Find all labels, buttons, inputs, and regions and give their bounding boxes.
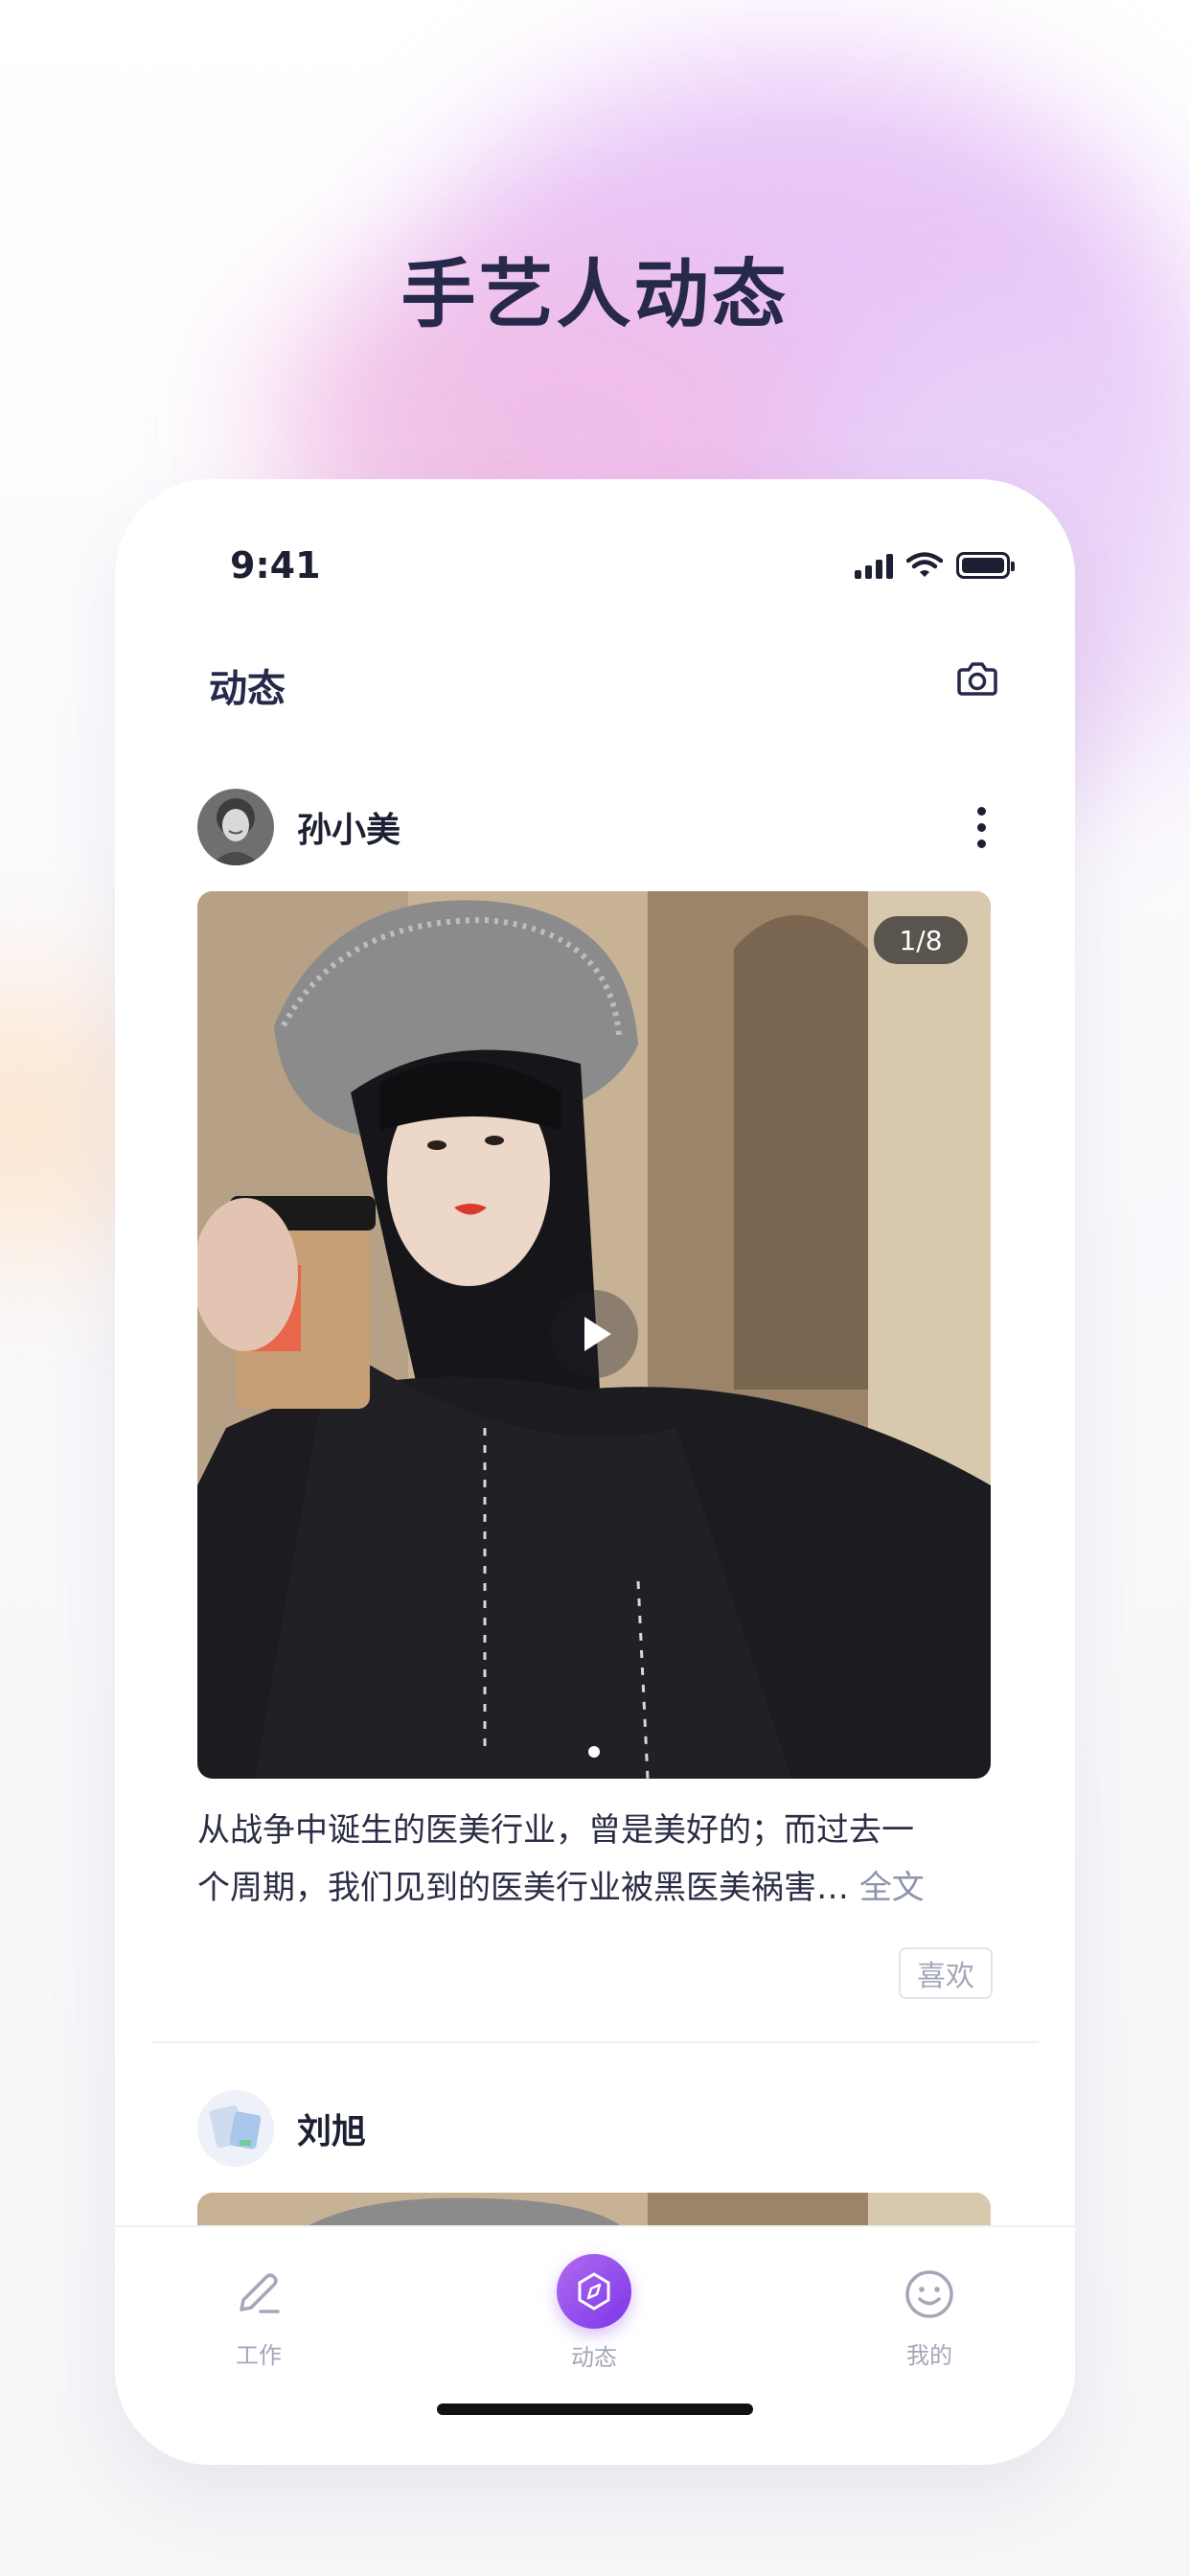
read-more-link[interactable]: 全文 xyxy=(859,1869,925,1907)
smile-icon xyxy=(905,2270,953,2318)
page-title: 动态 xyxy=(209,667,286,711)
avatar[interactable] xyxy=(197,2090,274,2167)
caption-line: 从战争中诞生的医美行业，曾是美好的；而过去一 xyxy=(197,1811,914,1850)
phone-screen: 9:41 动态 孙小美 1/8 从战争中诞生的医美行业，曾是美好的；而过去一 个… xyxy=(115,479,1075,2465)
caption-text: 个周期，我们见到的医美行业被黑医美祸害… xyxy=(197,1869,849,1907)
post-header: 孙小美 xyxy=(197,788,1000,866)
more-options-button[interactable] xyxy=(962,798,1000,856)
media-counter-badge: 1/8 xyxy=(874,916,968,964)
signal-icon xyxy=(855,552,893,579)
status-icons xyxy=(855,552,1015,579)
tab-me[interactable]: 我的 xyxy=(853,2260,1006,2370)
post-media[interactable]: 1/8 xyxy=(197,891,991,1779)
tab-label: 工作 xyxy=(236,2342,282,2369)
like-button[interactable]: 喜欢 xyxy=(899,1947,993,1999)
pencil-icon xyxy=(240,2273,280,2313)
tab-label: 动态 xyxy=(571,2344,617,2371)
promo-headline: 手艺人动态 xyxy=(400,252,790,338)
more-dots-icon xyxy=(976,806,986,816)
post-caption: 从战争中诞生的医美行业，曾是美好的；而过去一 个周期，我们见到的医美行业被黑医美… xyxy=(197,1802,998,1917)
caption-line: 个周期，我们见到的医美行业被黑医美祸害… 全文 xyxy=(197,1859,998,1917)
status-time: 9:41 xyxy=(230,544,321,586)
compass-icon xyxy=(578,2272,610,2311)
camera-icon xyxy=(957,662,997,696)
battery-icon xyxy=(956,552,1015,579)
status-bar: 9:41 xyxy=(115,479,1075,613)
avatar[interactable] xyxy=(197,789,274,865)
home-indicator[interactable] xyxy=(437,2404,753,2415)
play-button[interactable] xyxy=(548,1288,640,1380)
post-username[interactable]: 孙小美 xyxy=(297,802,962,852)
tab-feed[interactable]: 动态 xyxy=(517,2254,671,2372)
tab-work[interactable]: 工作 xyxy=(182,2260,335,2370)
carousel-dot xyxy=(588,1746,600,1758)
tab-bar: 工作 动态 我的 xyxy=(115,2225,1075,2465)
post-username[interactable]: 刘旭 xyxy=(297,2104,1000,2153)
post-divider xyxy=(151,2041,1039,2043)
post-header: 刘旭 xyxy=(197,2089,1000,2168)
tab-label: 我的 xyxy=(906,2342,952,2369)
camera-button[interactable] xyxy=(954,656,1000,702)
wifi-icon xyxy=(906,552,943,577)
play-icon xyxy=(550,1290,638,1378)
